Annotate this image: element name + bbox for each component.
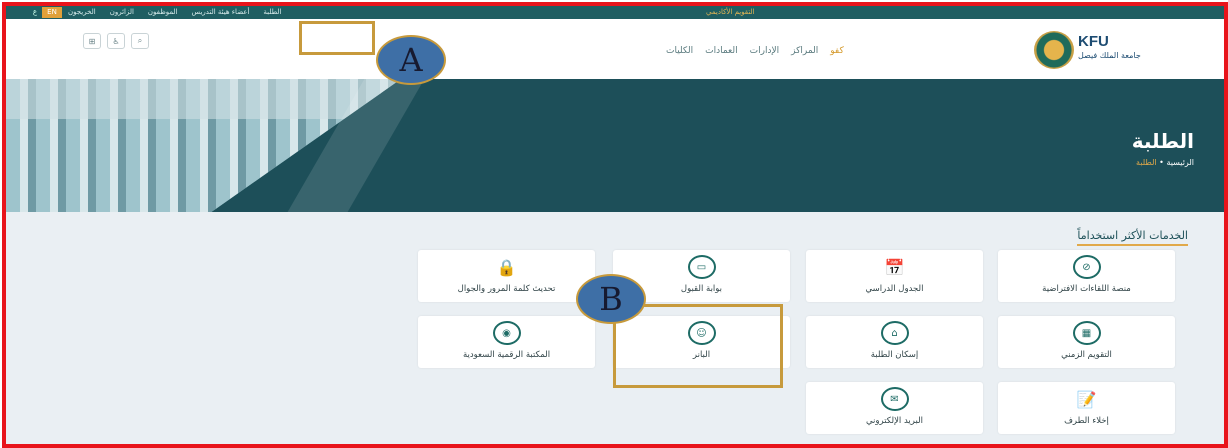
nav-administrations[interactable]: الإدارات (750, 46, 779, 56)
annotation-marker-b: B (576, 274, 646, 324)
service-label: البريد الإلكتروني (865, 416, 924, 426)
service-email[interactable]: ✉ البريد الإلكتروني (806, 382, 983, 434)
top-bar: ع EN الطلبة أعضاء هيئة التدريس الموظفون … (6, 6, 1224, 19)
service-label: إسكان الطلبة (870, 350, 919, 360)
meeting-icon: ⊘ (1072, 255, 1101, 279)
topnav-faculty[interactable]: أعضاء هيئة التدريس (192, 6, 250, 19)
service-clearance[interactable]: 📝 إخلاء الطرف (998, 382, 1175, 434)
service-password-update[interactable]: 🔒 تحديث كلمة المرور والجوال (418, 250, 595, 302)
service-label: إخلاء الطرف (1064, 416, 1109, 426)
topnav-alumni[interactable]: الخريجون (68, 6, 96, 19)
bed-icon: ⌂ (880, 321, 909, 345)
service-label: الجدول الدراسي (865, 284, 924, 294)
topnav-visitors[interactable]: الزائرون (110, 6, 134, 19)
hero-banner: الطلبة الرئيسية • الطلبة (6, 79, 1224, 212)
library-icon: ◉ (492, 321, 521, 345)
nav-centers[interactable]: المراكز (791, 46, 818, 56)
service-label: منصة اللقاءات الافتراضية (1042, 284, 1131, 294)
search-icon[interactable]: ⌕ (131, 33, 149, 49)
screenshot-frame: ع EN الطلبة أعضاء هيئة التدريس الموظفون … (2, 2, 1228, 448)
annotation-box-b (613, 304, 783, 388)
service-label: التقويم الزمني (1061, 350, 1112, 360)
service-class-schedule[interactable]: 📅 الجدول الدراسي (806, 250, 983, 302)
monitor-icon: ▭ (687, 255, 716, 279)
calendar-grid-icon: ▦ (1072, 321, 1101, 345)
main-nav: الكليات العمادات الإدارات المراكز كفو (666, 46, 844, 56)
header-tools: ⊞ ♿ ⌕ (83, 33, 149, 49)
mail-icon: ✉ (880, 387, 909, 411)
service-label: تحديث كلمة المرور والجوال (457, 284, 556, 294)
kfu-logo[interactable]: KFU جامعة الملك فيصل (1034, 31, 1184, 69)
annotation-box-a (299, 21, 375, 55)
nav-deanships[interactable]: العمادات (705, 46, 738, 56)
breadcrumb: الرئيسية • الطلبة (1136, 158, 1194, 167)
site-header: ⊞ ♿ ⌕ الكليات العمادات الإدارات المراكز … (6, 19, 1224, 79)
audience-nav: الطلبة أعضاء هيئة التدريس الموظفون الزائ… (68, 6, 281, 19)
topnav-students[interactable]: الطلبة (263, 6, 281, 19)
service-virtual-meetings[interactable]: ⊘ منصة اللقاءات الافتراضية (998, 250, 1175, 302)
breadcrumb-home[interactable]: الرئيسية (1166, 158, 1194, 167)
services-title: الخدمات الأكثر استخداماً (1077, 229, 1188, 246)
accessibility-icon[interactable]: ♿ (107, 33, 125, 49)
nav-kafu[interactable]: كفو (830, 46, 844, 56)
page-title: الطلبة (1131, 129, 1194, 153)
breadcrumb-current: الطلبة (1136, 158, 1157, 167)
document-icon: 📝 (1076, 389, 1097, 409)
topnav-staff[interactable]: الموظفون (148, 6, 178, 19)
service-student-housing[interactable]: ⌂ إسكان الطلبة (806, 316, 983, 368)
logo-text: KFU (1078, 33, 1109, 50)
service-label: المكتبة الرقمية السعودية (462, 350, 551, 360)
service-saudi-digital-library[interactable]: ◉ المكتبة الرقمية السعودية (418, 316, 595, 368)
logo-subtitle: جامعة الملك فيصل (1078, 51, 1141, 60)
breadcrumb-separator: • (1156, 158, 1164, 167)
sitemap-icon[interactable]: ⊞ (83, 33, 101, 49)
nav-colleges[interactable]: الكليات (666, 46, 693, 56)
lang-en-toggle[interactable]: EN (42, 7, 62, 18)
lock-icon: 🔒 (496, 257, 517, 277)
lang-ar-toggle[interactable]: ع (28, 7, 42, 18)
service-calendar[interactable]: ▦ التقويم الزمني (998, 316, 1175, 368)
kfu-seal-icon (1034, 31, 1074, 69)
annotation-marker-a: A (376, 35, 446, 85)
calendar-icon: 📅 (884, 257, 905, 277)
announcement-link[interactable]: التقويم الأكاديمي (706, 6, 755, 19)
